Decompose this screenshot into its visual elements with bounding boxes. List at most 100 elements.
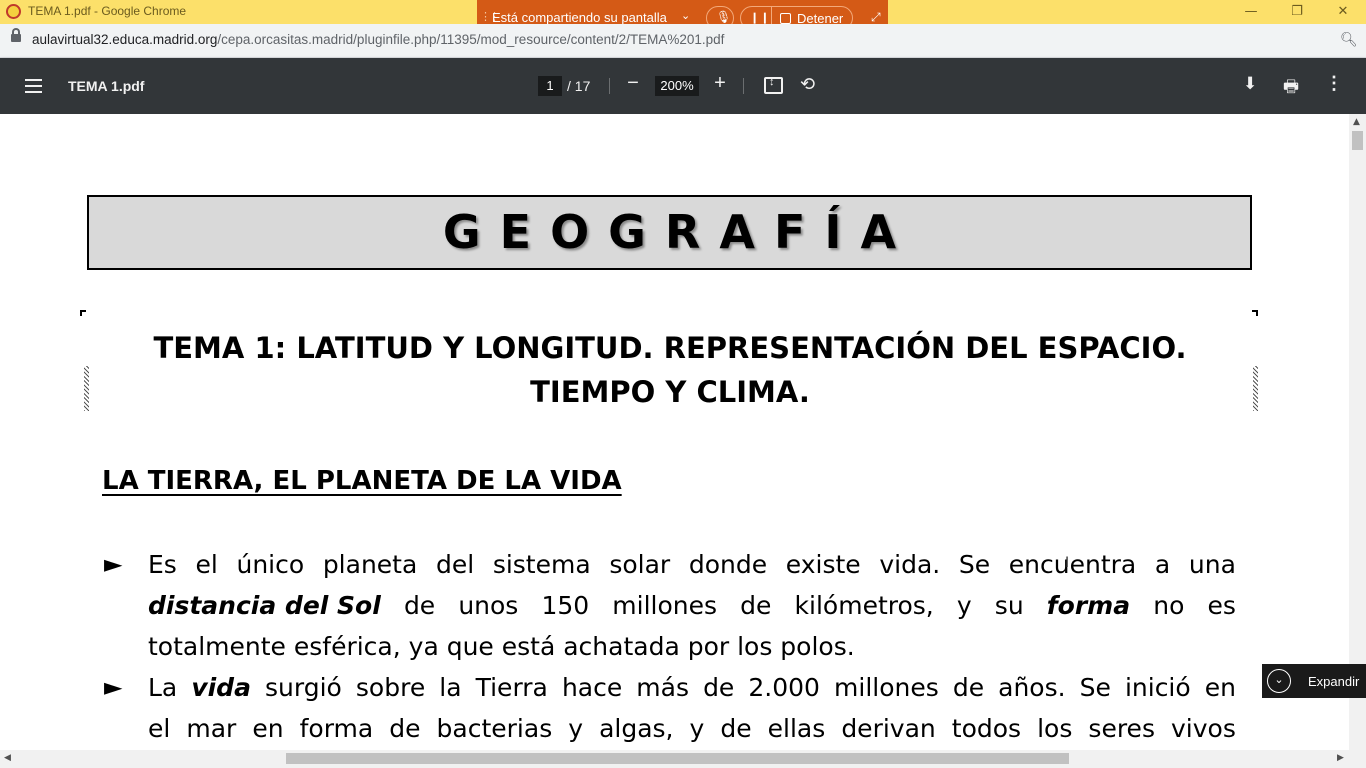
word: no (1153, 591, 1185, 620)
expand-icon[interactable]: ⤢ (871, 10, 881, 25)
url-host: aulavirtual32.educa.madrid.org (32, 32, 218, 47)
scroll-up-icon[interactable]: ▲ (1353, 117, 1360, 127)
window-title: TEMA 1.pdf - Google Chrome (28, 4, 187, 18)
word: surgió (265, 673, 342, 702)
horizontal-scroll-thumb[interactable] (286, 753, 1069, 764)
expand-popup[interactable]: ⌄ Expandir (1262, 664, 1366, 698)
word: kilómetros, (794, 591, 934, 620)
word: todos (951, 714, 1022, 743)
tema-title-line-2: TIEMPO Y CLIMA. (530, 375, 810, 409)
print-icon[interactable]: 🖶 (1283, 74, 1299, 103)
word: La (148, 673, 178, 702)
more-options-icon[interactable]: ⋮ (1325, 73, 1343, 94)
menu-icon[interactable] (25, 79, 42, 93)
address-bar[interactable]: aulavirtual32.educa.madrid.org/cepa.orca… (0, 24, 1366, 58)
minimize-button[interactable]: — (1228, 2, 1274, 22)
zoom-magnifier-icon[interactable]: 🔍︎ (1340, 32, 1358, 48)
word: y (568, 714, 584, 743)
bullet-icon: ► (104, 550, 123, 578)
text-cursor-icon: I (1065, 555, 1070, 571)
word: forma (299, 714, 374, 743)
frame-hatch (84, 366, 89, 411)
word: donde (688, 550, 768, 579)
chevron-down-icon[interactable]: ⌄ (681, 9, 690, 22)
word: existe (785, 550, 861, 579)
url-text[interactable]: aulavirtual32.educa.madrid.org/cepa.orca… (32, 32, 724, 47)
word: una (1188, 550, 1236, 579)
word: de (952, 673, 985, 702)
emphasis-life: vida (191, 673, 251, 702)
toolbar-separator (609, 78, 610, 94)
word: en (1204, 673, 1236, 702)
word: vida. (879, 550, 941, 579)
lock-icon[interactable] (11, 28, 21, 42)
word: ellas (767, 714, 826, 743)
geography-banner: GEOGRAFÍA (87, 195, 1252, 270)
word: de (740, 591, 772, 620)
word: inició (1124, 673, 1191, 702)
page-total: / 17 (567, 78, 591, 94)
paragraph-1-line-3: totalmente esférica, ya que está achatad… (148, 632, 855, 661)
vertical-scroll-thumb[interactable] (1352, 131, 1363, 150)
word: 2.000 (748, 673, 820, 702)
banner-title: GEOGRAFÍA (442, 205, 916, 259)
word: algas, (599, 714, 674, 743)
chrome-app-icon (6, 4, 21, 19)
close-window-button[interactable]: ✕ (1320, 2, 1366, 22)
page-number-input[interactable]: 1 (538, 76, 562, 96)
word: planeta (322, 550, 418, 579)
paragraph-2-line-2: el mar en forma de bacterias y algas, y … (148, 714, 1236, 743)
word: sistema (492, 550, 591, 579)
bullet-icon: ► (104, 673, 123, 701)
pdf-toolbar: TEMA 1.pdf 1 / 17 − 200% + ⟲ ⬇ 🖶 ⋮ (0, 58, 1366, 114)
download-icon[interactable]: ⬇ (1243, 74, 1257, 94)
section-heading: LA TIERRA, EL PLANETA DE LA VIDA (102, 466, 622, 496)
chevron-down-icon[interactable]: ⌄ (1267, 669, 1291, 693)
scroll-right-icon[interactable]: ▶ (1337, 753, 1344, 763)
word: hace (561, 673, 623, 702)
emphasis-distance: distancia del Sol (148, 591, 381, 620)
word: millones (612, 591, 718, 620)
word: de (703, 673, 735, 702)
toolbar-separator (743, 78, 744, 94)
word: el (148, 714, 171, 743)
word: unos (458, 591, 519, 620)
word: en (252, 714, 284, 743)
microphone-icon: 🎙 (716, 10, 732, 24)
paragraph-1-line-1: Es el único planeta del sistema solar do… (148, 550, 1236, 579)
frame-corner-mark (80, 310, 86, 316)
word: su (994, 591, 1024, 620)
stop-icon[interactable] (780, 13, 791, 24)
word: y (956, 591, 972, 620)
pause-icon[interactable]: ❙❙ (750, 11, 770, 24)
rotate-icon[interactable]: ⟲ (800, 74, 815, 95)
zoom-in-button[interactable]: + (711, 72, 729, 95)
word: a (1154, 550, 1171, 579)
word: seres (1088, 714, 1155, 743)
scroll-left-icon[interactable]: ◀ (4, 753, 11, 763)
document-title: TEMA 1.pdf (68, 78, 145, 94)
restore-button[interactable]: ❐ (1274, 2, 1320, 22)
word: millones (834, 673, 939, 702)
paragraph-2-line-1: La vida surgió sobre la Tierra hace más … (148, 673, 1236, 702)
word: encuentra (1008, 550, 1137, 579)
word: de (720, 714, 752, 743)
word: del (435, 550, 475, 579)
word: Se (958, 550, 991, 579)
paragraph-1-line-2: distancia del Sol de unos 150 millones d… (148, 591, 1236, 620)
zoom-out-button[interactable]: − (624, 72, 642, 95)
word: vivos (1171, 714, 1236, 743)
word: mar (186, 714, 237, 743)
expand-label[interactable]: Expandir (1308, 674, 1359, 689)
zoom-level-input[interactable]: 200% (655, 76, 699, 96)
word: de (403, 591, 436, 620)
horizontal-scrollbar[interactable]: ◀ ▶ (0, 750, 1366, 768)
word: sobre (355, 673, 426, 702)
word: único (236, 550, 305, 579)
share-status-text[interactable]: Está compartiendo su pantalla (492, 10, 667, 25)
url-path: /cepa.orcasitas.madrid/pluginfile.php/11… (217, 32, 725, 47)
vertical-scrollbar[interactable]: ▲ (1349, 114, 1366, 750)
fit-to-page-icon[interactable] (764, 76, 783, 94)
word: de (389, 714, 421, 743)
word: solar (609, 550, 671, 579)
